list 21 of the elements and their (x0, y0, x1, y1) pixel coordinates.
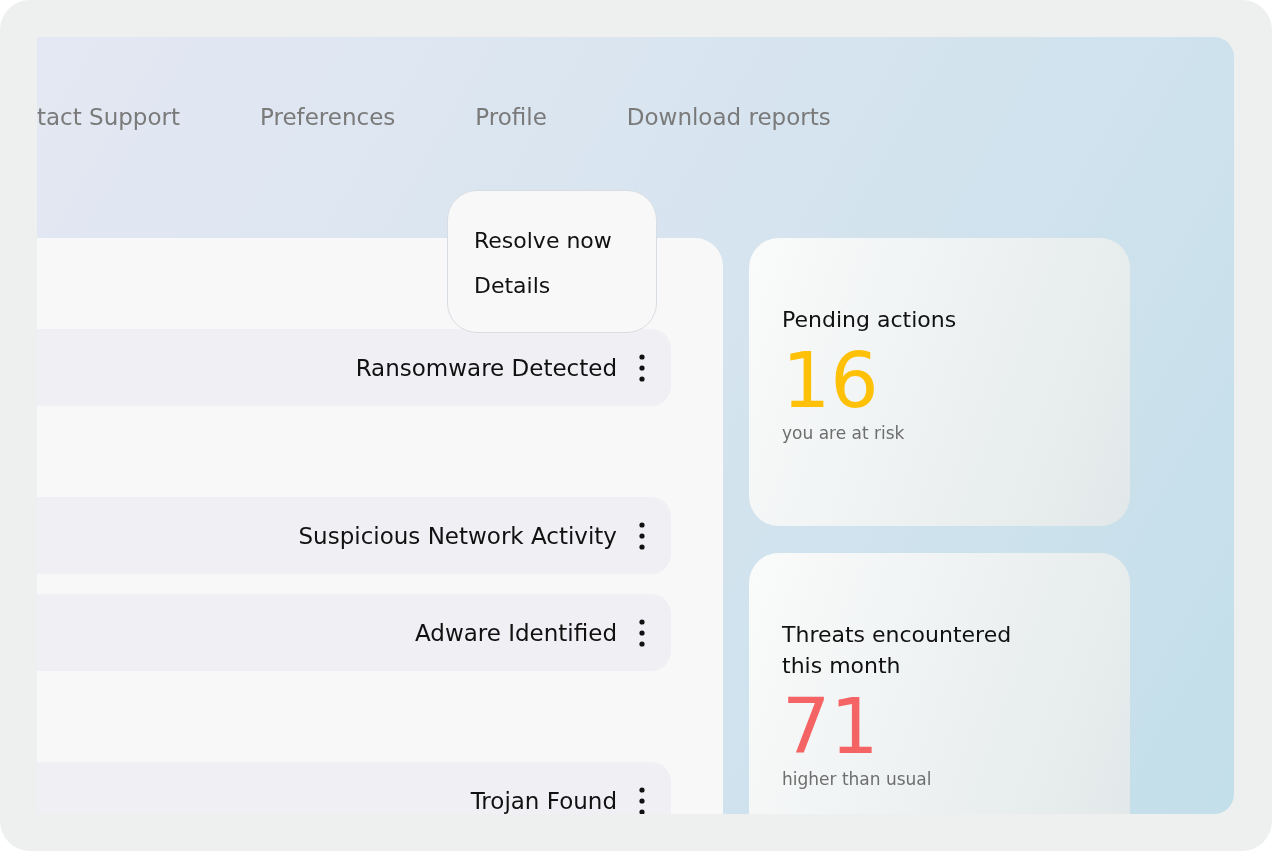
more-icon[interactable] (639, 521, 645, 550)
threat-name: Suspicious Network Activity (298, 522, 617, 549)
threat-name: Adware Identified (415, 619, 617, 646)
threat-row[interactable]: Ransomware Detected (37, 329, 671, 406)
stat-value: 71 (782, 685, 880, 769)
threat-row[interactable]: Suspicious Network Activity (37, 497, 671, 574)
card-caption: you are at risk (782, 423, 906, 443)
more-icon[interactable] (639, 618, 645, 647)
more-icon[interactable] (639, 786, 645, 814)
more-icon[interactable] (639, 353, 645, 382)
nav-link[interactable]: tact Support (37, 97, 180, 195)
card-caption: higher than usual (782, 769, 933, 789)
card-title: Threats encountered this month (782, 621, 1013, 680)
stat-value: 16 (782, 339, 880, 423)
threat-name: Ransomware Detected (355, 354, 617, 381)
threat-name: Trojan Found (470, 787, 617, 814)
threat-row[interactable]: Trojan Found (37, 762, 671, 814)
menu-item[interactable]: Resolve now (474, 221, 656, 260)
threat-row[interactable]: Adware Identified (37, 594, 671, 671)
menu-item[interactable]: Details (474, 266, 656, 305)
card-title: Pending actions (782, 306, 958, 334)
